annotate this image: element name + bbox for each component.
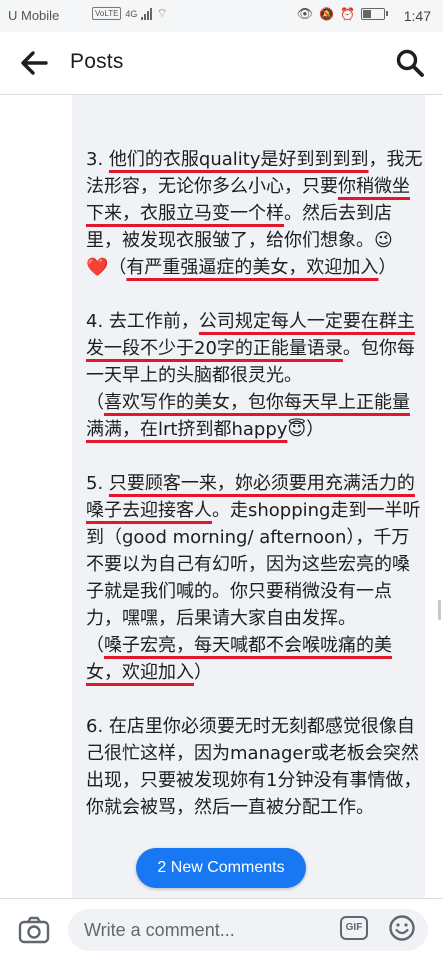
camera-icon xyxy=(18,916,50,944)
smiley-icon xyxy=(389,915,415,941)
volte-badge: VoLTE xyxy=(92,7,122,20)
p5-number: 5. xyxy=(86,473,109,494)
signal-indicators: VoLTE 4G ⌔ xyxy=(92,6,168,21)
comment-composer: GIF xyxy=(0,898,443,961)
battery-icon xyxy=(361,8,388,20)
paragraph-4: 4. 去工作前，公司规定每人一定要在群主发一段不少于20字的正能量语录。包你每一… xyxy=(86,308,426,443)
page-title: Posts xyxy=(70,50,124,73)
status-bar: U Mobile VoLTE 4G ⌔ 👁 🔕 ⏰ 1:47 xyxy=(0,0,443,32)
system-icons: 👁 🔕 ⏰ xyxy=(296,6,388,22)
eye-icon: 👁 xyxy=(296,6,314,21)
back-button[interactable] xyxy=(18,48,50,78)
wink-emoji-icon: 😉 xyxy=(374,230,393,251)
top-bar: Posts xyxy=(0,32,443,95)
post-content-area[interactable]: 3. 他们的衣服quality是好到到到到，我无法形容，无论你多么小心，只要你稍… xyxy=(0,95,443,898)
wifi-icon: ⌔ xyxy=(156,6,168,20)
alarm-icon: ⏰ xyxy=(340,7,355,21)
new-comments-button[interactable]: 2 New Comments xyxy=(136,848,306,888)
p5-highlight-2: 嗓子宏亮，每天喊都不会喉咙痛的美女，欢迎加入 xyxy=(86,635,392,683)
p3-highlight-3: 有严重强逼症的美女，欢迎加入 xyxy=(126,257,379,278)
p4-paren-close: ） xyxy=(306,419,325,440)
post-text: 3. 他们的衣服quality是好到到到到，我无法形容，无论你多么小心，只要你稍… xyxy=(86,95,426,848)
mute-icon: 🔕 xyxy=(319,7,335,21)
p3-paren-open: （ xyxy=(108,257,127,278)
clock: 1:47 xyxy=(403,8,431,24)
smiling-halo-emoji-icon: 😇 xyxy=(287,419,307,440)
p3-paren-close: ） xyxy=(378,257,397,278)
paragraph-5: 5. 只要顾客一来，妳必须要用充满活力的嗓子去迎接客人。走shopping走到一… xyxy=(86,470,426,686)
search-icon xyxy=(396,49,424,77)
p3-number: 3. xyxy=(86,149,109,170)
arrow-left-icon xyxy=(21,51,48,75)
paragraph-3: 3. 他们的衣服quality是好到到到到，我无法形容，无论你多么小心，只要你稍… xyxy=(86,146,426,281)
p4-highlight-2: 喜欢写作的美女，包你每天早上正能量满满，在lrt挤到都happy xyxy=(86,392,410,440)
scrollbar-thumb[interactable] xyxy=(438,600,441,620)
emoji-button[interactable] xyxy=(388,914,416,942)
p3-highlight-1: 他们的衣服quality是好到到到到 xyxy=(108,149,369,170)
carrier-name: U Mobile xyxy=(8,8,60,23)
paragraph-6: 6. 在店里你必须要无时无刻都感觉很像自己很忙这样，因为manager或老板会突… xyxy=(86,716,422,818)
camera-button[interactable] xyxy=(18,915,50,945)
network-type: 4G xyxy=(125,8,138,19)
cut-off-line xyxy=(86,95,426,106)
p5-paren-open: （ xyxy=(86,635,104,656)
p4-paren-open: （ xyxy=(86,392,104,413)
heart-emoji-icon: ❤️ xyxy=(86,257,109,278)
search-button[interactable] xyxy=(395,48,425,78)
p5-paren-close: ） xyxy=(194,662,212,683)
p4-text-1: 4. 去工作前， xyxy=(86,311,199,332)
comment-input[interactable] xyxy=(68,909,428,951)
gif-button[interactable]: GIF xyxy=(340,916,368,940)
signal-icon xyxy=(141,7,153,20)
